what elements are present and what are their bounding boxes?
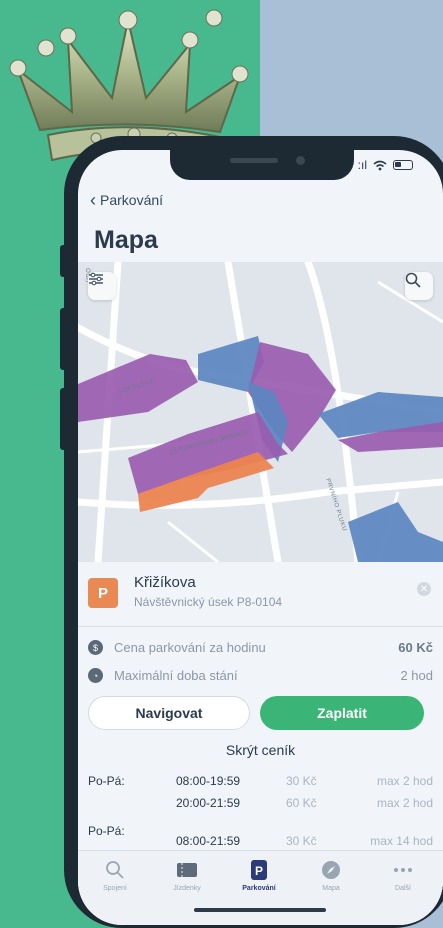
max-duration-row: ◔ Maximální doba stání 2 hod: [88, 666, 433, 686]
tariff-row: Po-Pá: 08:00-19:59 30 Kč max 2 hod: [88, 774, 433, 794]
map-search-button[interactable]: [405, 272, 433, 300]
svg-text:P: P: [255, 864, 263, 878]
tab-parkovani[interactable]: P Parkování: [224, 859, 294, 892]
search-icon: [106, 861, 124, 879]
zone-header: P Křižíkova Návštěvnický úsek P8-0104 ✕: [88, 574, 433, 618]
tariff-time: 08:00-19:59: [176, 774, 241, 788]
coin-icon: $: [88, 640, 103, 655]
battery-icon: [393, 160, 413, 170]
close-icon[interactable]: ✕: [417, 582, 431, 596]
tariff-max: max 14 hod: [370, 834, 433, 848]
tab-mapa[interactable]: Mapa: [296, 859, 366, 892]
parking-badge: P: [88, 578, 118, 608]
home-indicator: [194, 908, 326, 912]
tariff-time: 20:00-21:59: [176, 796, 241, 810]
tab-label: Parkování: [242, 885, 276, 892]
chevron-left-icon: ‹: [90, 190, 96, 210]
tariff-day: Po-Pá:: [88, 774, 125, 788]
phone-screen: :ıl ‹ Parkování Mapa SOKOLSKÁ ZA POŘÍČSK…: [78, 150, 443, 925]
tariff-time: 08:00-21:59: [176, 834, 241, 848]
phone-side-button: [60, 245, 68, 277]
tab-label: Další: [395, 885, 411, 892]
search-icon: [405, 272, 421, 288]
navigate-button[interactable]: Navigovat: [88, 696, 250, 730]
back-label: Parkování: [100, 192, 164, 208]
tab-spojeni[interactable]: Spojení: [80, 859, 150, 892]
notch-camera: [296, 156, 305, 165]
tariff-row: Po-Pá: 08:00-21:59 30 Kč max 14 hod: [88, 824, 433, 848]
filter-button[interactable]: [88, 272, 116, 300]
max-duration-label: Maximální doba stání: [114, 668, 238, 683]
hourly-price-value: 60 Kč: [398, 640, 433, 655]
toggle-tariff-button[interactable]: Skrýt ceník: [78, 742, 443, 758]
divider: [78, 626, 443, 627]
compass-icon: [322, 861, 340, 879]
notch-speaker: [230, 158, 278, 163]
hourly-price-row: $ Cena parkování za hodinu 60 Kč: [88, 638, 433, 658]
clock-icon: ◔: [88, 668, 103, 683]
tariff-day: Po-Pá:: [88, 824, 125, 838]
zone-code: Návštěvnický úsek P8-0104: [134, 595, 283, 609]
tariff-price: 60 Kč: [286, 796, 317, 810]
tariff-max: max 2 hod: [376, 774, 433, 788]
back-button[interactable]: ‹ Parkování: [90, 190, 164, 210]
hourly-price-label: Cena parkování za hodinu: [114, 640, 266, 655]
map-canvas: [78, 262, 443, 562]
tab-dalsi[interactable]: Další: [368, 859, 438, 892]
tab-label: Jízdenky: [173, 885, 201, 892]
tab-bar: Spojení Jízdenky P Parkování Mapa Další: [78, 850, 443, 925]
wifi-icon: [373, 160, 387, 170]
sliders-icon: [89, 272, 103, 286]
pay-button[interactable]: Zaplatit: [260, 696, 424, 730]
phone-notch: [170, 150, 354, 180]
parking-icon: P: [251, 860, 267, 880]
ticket-icon: [177, 863, 197, 877]
zone-name: Křižíkova: [134, 574, 196, 591]
tariff-price: 30 Kč: [286, 834, 317, 848]
signal-icon: :ıl: [357, 158, 367, 172]
phone-volume-up: [60, 308, 68, 370]
tab-label: Spojení: [103, 885, 127, 892]
tab-jizdenky[interactable]: Jízdenky: [152, 859, 222, 892]
tab-label: Mapa: [322, 885, 340, 892]
tariff-max: max 2 hod: [376, 796, 433, 810]
max-duration-value: 2 hod: [400, 668, 433, 683]
tariff-row: 20:00-21:59 60 Kč max 2 hod: [88, 796, 433, 816]
tariff-price: 30 Kč: [286, 774, 317, 788]
status-bar: :ıl: [358, 158, 413, 172]
more-icon: [394, 868, 412, 872]
parking-map[interactable]: SOKOLSKÁ ZA POŘÍČSKOU BRANOU PRVNÍHO PLU…: [78, 262, 443, 562]
page-title: Mapa: [94, 226, 158, 254]
phone-volume-down: [60, 388, 68, 450]
